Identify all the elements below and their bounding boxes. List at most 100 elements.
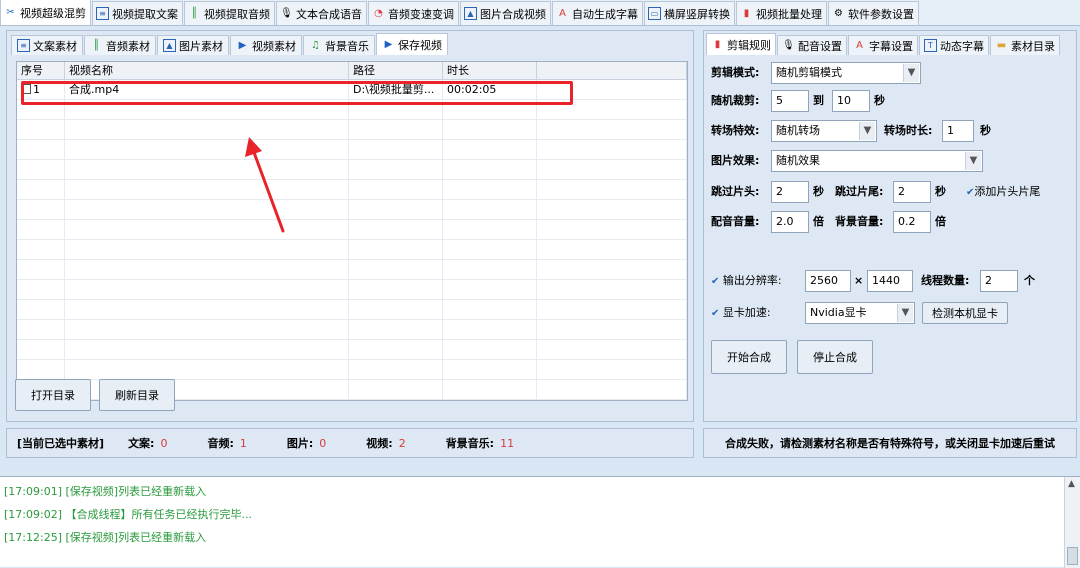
gear-icon: ⚙	[834, 7, 843, 19]
transition-select[interactable]: 随机转场 ▼	[771, 120, 877, 142]
document-icon: ≡	[96, 7, 109, 20]
tab-material-dir[interactable]: ▬ 素材目录	[990, 35, 1060, 55]
col-duration-header[interactable]: 时长	[443, 62, 537, 79]
table-row-empty	[17, 360, 687, 380]
to-label: 到	[813, 94, 824, 107]
tab-audio-material[interactable]: ║ 音频素材	[84, 35, 156, 55]
threads-input[interactable]: 2	[980, 270, 1018, 292]
detect-gpu-button[interactable]: 检测本机显卡	[922, 302, 1008, 324]
table-header: 序号 视频名称 路径 时长	[17, 62, 687, 80]
open-directory-button[interactable]: 打开目录	[15, 379, 91, 411]
seconds-unit: 秒	[813, 185, 824, 198]
edit-mode-select[interactable]: 随机剪辑模式 ▼	[771, 62, 921, 84]
image-icon: ▲	[464, 7, 477, 20]
tab-video-mix[interactable]: ✂ 视频超级混剪	[0, 0, 91, 25]
tab-tts[interactable]: 🎙 文本合成语音	[276, 1, 367, 25]
selected-label: [当前已选中素材]	[17, 437, 105, 450]
tab-settings[interactable]: ⚙ 软件参数设置	[828, 1, 919, 25]
tab-edit-rules[interactable]: ▮ 剪辑规则	[706, 33, 776, 55]
chevron-down-icon[interactable]: ▼	[965, 152, 981, 170]
error-message: 合成失败，请检测素材名称是否有特殊符号，或关闭显卡加速后重试	[703, 428, 1077, 458]
skip-tail-label: 跳过片尾:	[835, 185, 884, 198]
materials-tab-bar: ≡ 文案素材 ║ 音频素材 ▲ 图片素材 ▶ 视频素材 ♫ 背景音乐 ▶ 保存视频	[11, 33, 449, 55]
audio-wave-icon: ║	[191, 7, 198, 19]
settings-tab-bar: ▮ 剪辑规则 🎙 配音设置 A 字幕设置 T 动态字幕 ▬ 素材目录	[706, 33, 1061, 55]
gpu-accel-checkbox[interactable]: ✔ 显卡加速:	[711, 303, 771, 324]
start-compose-button[interactable]: 开始合成	[711, 340, 787, 374]
table-row-empty	[17, 320, 687, 340]
random-cut-from-input[interactable]: 5	[771, 90, 809, 112]
scroll-thumb[interactable]	[1067, 547, 1078, 565]
audio-count-label: 音频:	[207, 437, 234, 450]
materials-panel: ≡ 文案素材 ║ 音频素材 ▲ 图片素材 ▶ 视频素材 ♫ 背景音乐 ▶ 保存视频 序号 视…	[6, 30, 694, 422]
table-row-empty	[17, 280, 687, 300]
image-effect-select[interactable]: 随机效果 ▼	[771, 150, 983, 172]
play-icon: ▶	[238, 39, 247, 51]
tab-auto-subtitle[interactable]: A 自动生成字幕	[552, 1, 643, 25]
table-row-empty	[17, 200, 687, 220]
gpu-select[interactable]: Nvidia显卡 ▼	[805, 302, 915, 324]
tab-extract-text[interactable]: ≡ 视频提取文案	[92, 1, 183, 25]
col-name-header[interactable]: 视频名称	[65, 62, 349, 79]
log-panel: [17:09:01] [保存视频]列表已经重新载入 [17:09:02] 【合成…	[0, 476, 1080, 568]
audio-wave-icon: ║	[93, 39, 100, 51]
bgm-count-label: 背景音乐:	[445, 437, 495, 450]
edit-mode-label: 剪辑模式:	[711, 66, 760, 79]
table-row-empty	[17, 340, 687, 360]
tab-image-material[interactable]: ▲ 图片素材	[157, 35, 229, 55]
red-arrow-annotation	[245, 137, 285, 233]
tab-batch[interactable]: ▮ 视频批量处理	[736, 1, 827, 25]
resolution-width-input[interactable]: 2560	[805, 270, 851, 292]
bgm-volume-input[interactable]: 0.2	[893, 211, 931, 233]
voice-volume-input[interactable]: 2.0	[771, 211, 809, 233]
speed-gauge-icon: ◔	[374, 7, 383, 19]
seconds-unit: 秒	[874, 94, 885, 107]
transition-duration-input[interactable]: 1	[942, 120, 974, 142]
chevron-down-icon[interactable]: ▼	[897, 304, 913, 322]
subtitle-icon: A	[559, 7, 566, 19]
text-box-icon: T	[924, 39, 937, 52]
log-scrollbar[interactable]: ▲	[1064, 477, 1080, 568]
tab-dynamic-subtitle[interactable]: T 动态字幕	[919, 35, 989, 55]
tab-orientation[interactable]: ▭ 横屏竖屏转换	[644, 1, 735, 25]
stop-compose-button[interactable]: 停止合成	[797, 340, 873, 374]
music-note-icon: ♫	[311, 39, 320, 51]
random-cut-to-input[interactable]: 10	[832, 90, 870, 112]
image-count: 0	[319, 436, 327, 450]
tab-saved-video[interactable]: ▶ 保存视频	[376, 33, 448, 55]
tab-text-material[interactable]: ≡ 文案素材	[11, 35, 83, 55]
tab-extract-audio[interactable]: ║ 视频提取音频	[184, 1, 275, 25]
col-index-header[interactable]: 序号	[17, 62, 65, 79]
tab-image-to-video[interactable]: ▲ 图片合成视频	[460, 1, 551, 25]
highlight-box	[21, 81, 573, 105]
log-line: [17:09:02] 【合成线程】所有任务已经执行完毕...	[4, 508, 252, 521]
skip-head-input[interactable]: 2	[771, 181, 809, 203]
refresh-directory-button[interactable]: 刷新目录	[99, 379, 175, 411]
resolution-height-input[interactable]: 1440	[867, 270, 913, 292]
tab-subtitle-settings[interactable]: A 字幕设置	[848, 35, 918, 55]
tab-audio-speed[interactable]: ◔ 音频变速变调	[368, 1, 459, 25]
tab-voice-settings[interactable]: 🎙 配音设置	[777, 35, 847, 55]
output-resolution-checkbox[interactable]: ✔ 输出分辨率:	[711, 271, 782, 292]
document-icon: ≡	[17, 39, 30, 52]
chevron-down-icon[interactable]: ▼	[859, 122, 875, 140]
scroll-up-icon[interactable]: ▲	[1068, 479, 1075, 489]
log-line: [17:12:25] [保存视频]列表已经重新载入	[4, 531, 207, 544]
random-cut-label: 随机裁剪:	[711, 94, 760, 107]
voice-volume-label: 配音音量:	[711, 215, 760, 228]
col-empty-header	[537, 62, 687, 79]
subtitle-icon: A	[856, 39, 863, 51]
image-count-label: 图片:	[286, 437, 314, 450]
threads-unit: 个	[1024, 274, 1035, 287]
col-path-header[interactable]: 路径	[349, 62, 443, 79]
tab-bgm[interactable]: ♫ 背景音乐	[303, 35, 375, 55]
table-row-empty	[17, 260, 687, 280]
tab-video-material[interactable]: ▶ 视频素材	[230, 35, 302, 55]
chevron-down-icon[interactable]: ▼	[903, 64, 919, 82]
skip-tail-input[interactable]: 2	[893, 181, 931, 203]
add-head-tail-checkbox[interactable]: ✔添加片头片尾	[966, 182, 1040, 203]
table-row-empty	[17, 140, 687, 160]
image-icon: ▲	[163, 39, 176, 52]
edit-settings-panel: ▮ 剪辑规则 🎙 配音设置 A 字幕设置 T 动态字幕 ▬ 素材目录 剪辑模式: 随机剪辑…	[703, 30, 1077, 422]
audio-count: 1	[239, 436, 247, 450]
